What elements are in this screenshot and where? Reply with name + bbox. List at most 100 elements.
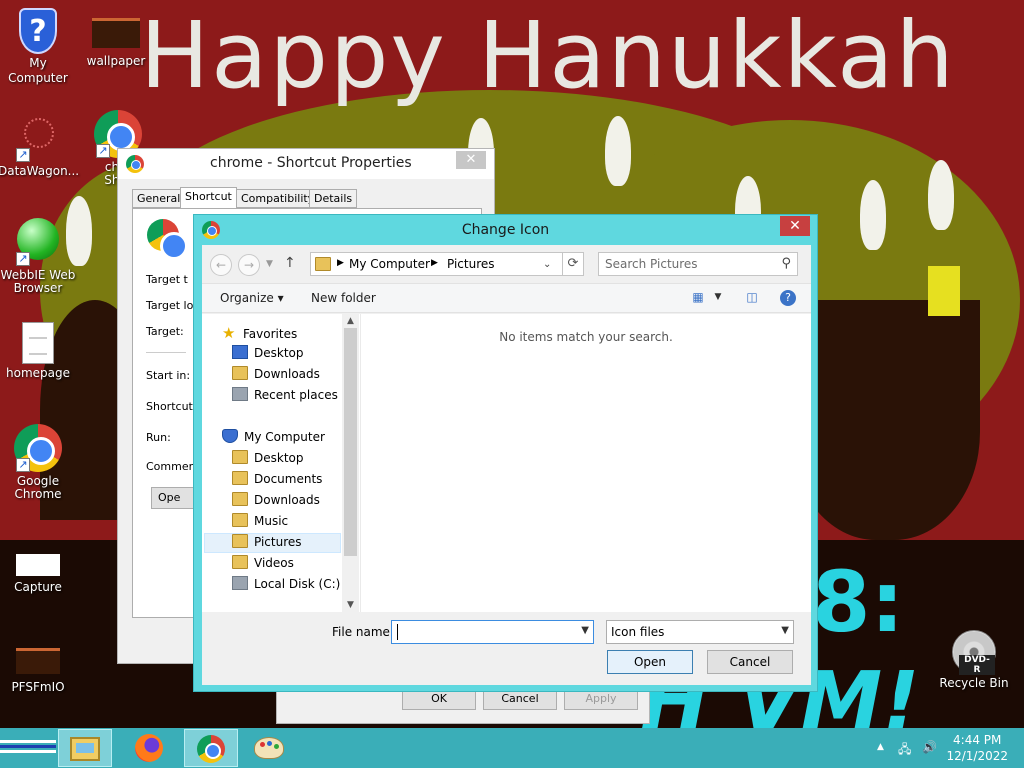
chevron-right-icon: ▶ bbox=[337, 258, 344, 268]
forward-button[interactable]: → bbox=[238, 254, 260, 276]
organize-button[interactable]: Organize ▾ bbox=[220, 291, 284, 305]
shortcut-arrow-icon: ↗ bbox=[16, 252, 30, 266]
chevron-down-icon[interactable]: ▼ bbox=[581, 625, 589, 636]
tree-item-desktop[interactable]: Desktop bbox=[232, 345, 304, 365]
file-name-label: File name: bbox=[332, 625, 394, 639]
tab-general[interactable]: General bbox=[132, 189, 186, 208]
dialog-title: chrome - Shortcut Properties bbox=[210, 155, 412, 171]
open-file-location-button[interactable]: Ope bbox=[151, 487, 199, 509]
tree-item-downloads[interactable]: Downloads bbox=[232, 366, 320, 386]
dvd-icon: DVD-R bbox=[952, 630, 996, 675]
search-input[interactable]: Search Pictures bbox=[605, 257, 698, 271]
close-button[interactable]: ✕ bbox=[780, 216, 810, 236]
desktop-icon-google-chrome[interactable]: ↗ Google Chrome bbox=[0, 424, 78, 502]
field-label: Target: bbox=[146, 325, 184, 338]
shortcut-arrow-icon: ↗ bbox=[16, 458, 30, 472]
taskbar-firefox[interactable] bbox=[122, 729, 176, 767]
tab-compatibility[interactable]: Compatibility bbox=[236, 189, 320, 208]
candle-flame bbox=[928, 160, 954, 230]
tab-shortcut[interactable]: Shortcut bbox=[180, 187, 237, 209]
scroll-up-icon[interactable]: ▲ bbox=[345, 316, 356, 326]
breadcrumb-pictures[interactable]: Pictures bbox=[447, 257, 495, 271]
tree-item-desktop[interactable]: Desktop bbox=[232, 450, 304, 470]
tree-item-music[interactable]: Music bbox=[232, 513, 288, 533]
new-folder-button[interactable]: New folder bbox=[311, 291, 376, 305]
view-options-icon[interactable]: ▦ bbox=[690, 290, 706, 306]
desktop-icon-homepage[interactable]: homepage bbox=[0, 322, 78, 381]
recent-locations-icon[interactable]: ▼ bbox=[266, 259, 273, 269]
desktop-icon-pfsfmio[interactable]: PFSFmIO bbox=[0, 638, 78, 695]
chrome-icon bbox=[147, 219, 188, 260]
network-icon: ↗ bbox=[14, 114, 62, 162]
empty-message: No items match your search. bbox=[499, 330, 673, 344]
command-bar: Organize ▾ New folder ▦ ▼ ◫ ? bbox=[202, 283, 811, 313]
clock-date: 12/1/2022 bbox=[946, 749, 1008, 763]
help-icon[interactable]: ? bbox=[780, 290, 796, 306]
cancel-button[interactable]: Cancel bbox=[707, 650, 793, 674]
close-button[interactable]: ✕ bbox=[456, 151, 486, 169]
chevron-down-icon[interactable]: ⌄ bbox=[543, 259, 551, 270]
desktop-icon-webbie[interactable]: ↗ WebbIE Web Browser bbox=[0, 218, 78, 296]
file-name-field[interactable]: ▼ bbox=[391, 620, 594, 644]
show-hidden-icons-icon[interactable]: ▲ bbox=[877, 742, 884, 752]
address-bar[interactable]: ▶ My Computer ▶ Pictures ⌄ bbox=[310, 252, 584, 276]
folder-icon bbox=[232, 366, 248, 380]
desktop-icon-recycle-bin[interactable]: DVD-R Recycle Bin bbox=[934, 630, 1014, 691]
field-label: Target t bbox=[146, 273, 188, 286]
shortcut-arrow-icon: ↗ bbox=[96, 144, 110, 158]
field-label: Start in: bbox=[146, 369, 191, 382]
folder-icon bbox=[232, 492, 248, 506]
network-icon[interactable]: 🖧 bbox=[898, 740, 911, 761]
system-clock[interactable]: 4:44 PM 12/1/2022 bbox=[946, 732, 1008, 764]
tree-item-pictures[interactable]: Pictures bbox=[204, 533, 341, 553]
chevron-down-icon[interactable]: ▼ bbox=[781, 625, 789, 636]
start-button[interactable] bbox=[0, 740, 56, 756]
image-icon bbox=[16, 648, 60, 674]
tree-item-recent-places[interactable]: Recent places bbox=[232, 387, 338, 407]
candle-flame bbox=[860, 180, 886, 250]
chevron-down-icon[interactable]: ▼ bbox=[710, 292, 726, 308]
file-list[interactable]: No items match your search. bbox=[360, 314, 811, 612]
file-explorer-icon bbox=[70, 737, 100, 761]
taskbar-file-explorer[interactable] bbox=[58, 729, 112, 767]
desktop-icon-capture[interactable]: Capture bbox=[0, 540, 78, 595]
clock-time: 4:44 PM bbox=[953, 733, 1002, 747]
search-icon[interactable]: ⚲ bbox=[781, 256, 791, 271]
desktop-icon-my-computer[interactable]: ? My Computer bbox=[0, 8, 78, 86]
paint-palette-icon bbox=[254, 737, 284, 759]
volume-icon[interactable]: 🔊 bbox=[922, 740, 937, 754]
tree-item-local-disk[interactable]: Local Disk (C:) bbox=[232, 576, 340, 596]
breadcrumb-my-computer[interactable]: My Computer bbox=[349, 257, 430, 271]
scroll-down-icon[interactable]: ▼ bbox=[345, 600, 356, 610]
open-button[interactable]: Open bbox=[607, 650, 693, 674]
up-arrow-icon[interactable]: ↑ bbox=[284, 255, 296, 271]
tree-item-videos[interactable]: Videos bbox=[232, 555, 294, 575]
tab-details[interactable]: Details bbox=[309, 189, 358, 208]
document-icon bbox=[22, 322, 54, 364]
chevron-right-icon: ▶ bbox=[431, 258, 438, 268]
file-type-select[interactable]: Icon files ▼ bbox=[606, 620, 794, 644]
tree-item-downloads[interactable]: Downloads bbox=[232, 492, 320, 512]
candle-flame bbox=[605, 116, 631, 186]
folder-icon bbox=[232, 450, 248, 464]
taskbar-chrome[interactable] bbox=[184, 729, 238, 767]
tree-item-favorites[interactable]: ★ Favorites bbox=[222, 324, 297, 344]
tree-item-documents[interactable]: Documents bbox=[232, 471, 322, 491]
taskbar-paint[interactable] bbox=[242, 729, 296, 767]
refresh-button[interactable]: ⟳ bbox=[562, 252, 584, 276]
image-icon bbox=[16, 554, 60, 576]
desktop-icon-wallpaper[interactable]: wallpaper bbox=[76, 8, 156, 69]
back-button[interactable]: ← bbox=[210, 254, 232, 276]
scroll-thumb[interactable] bbox=[344, 328, 357, 556]
desktop-icon bbox=[232, 345, 248, 359]
search-box[interactable]: Search Pictures ⚲ bbox=[598, 252, 798, 276]
desktop-icon-datawagon[interactable]: ↗ DataWagon... bbox=[0, 114, 79, 179]
folder-icon bbox=[232, 471, 248, 485]
chrome-icon bbox=[197, 735, 225, 763]
tree-scrollbar[interactable]: ▲ ▼ bbox=[342, 314, 359, 612]
tree-item-my-computer[interactable]: My Computer bbox=[222, 429, 325, 449]
taskbar: ▲ 🖧 🔊 4:44 PM 12/1/2022 bbox=[0, 728, 1024, 768]
file-controls: File name: ▼ Icon files ▼ Open Cancel bbox=[202, 612, 811, 685]
field-label: Target lo bbox=[146, 299, 194, 312]
preview-pane-icon[interactable]: ◫ bbox=[744, 290, 760, 306]
